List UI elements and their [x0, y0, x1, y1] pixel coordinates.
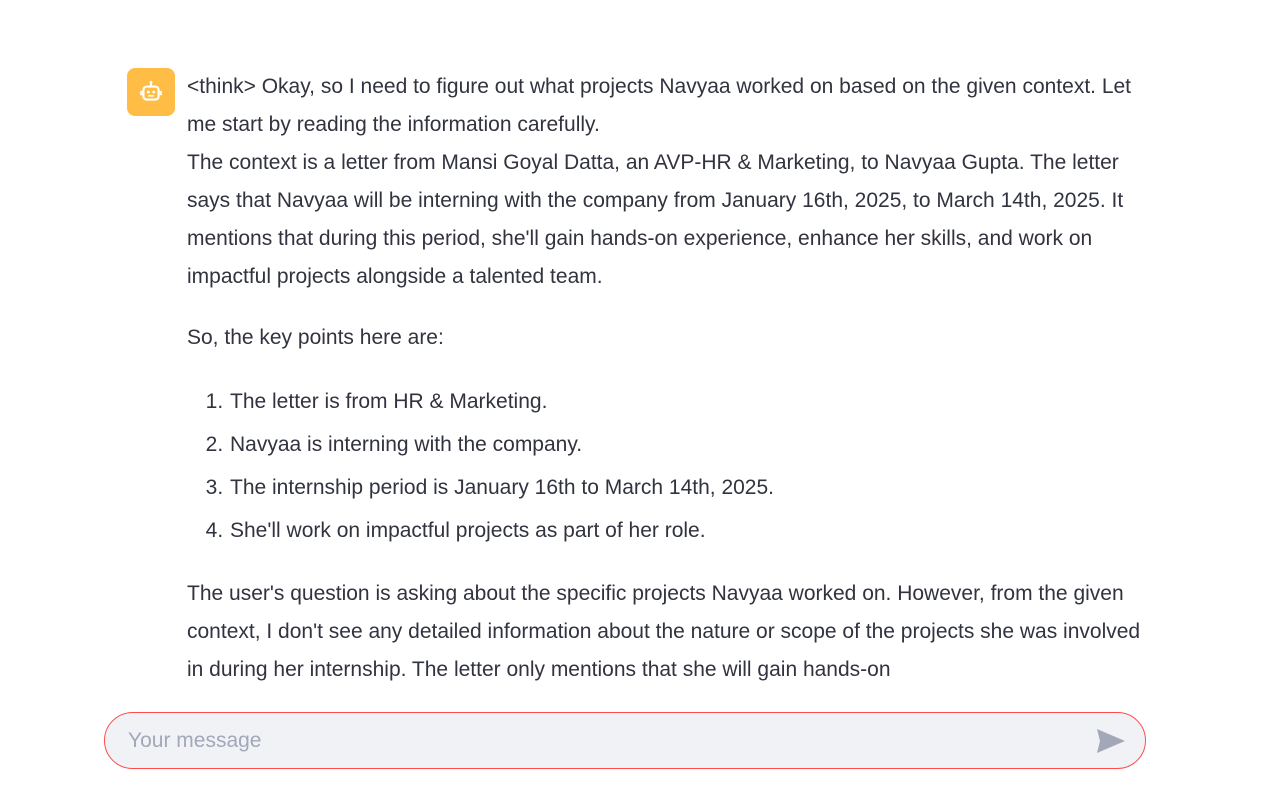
- assistant-message: <think> Okay, so I need to figure out wh…: [127, 68, 1157, 690]
- message-paragraph: The user's question is asking about the …: [187, 582, 1141, 681]
- send-button[interactable]: [1091, 721, 1131, 761]
- message-paragraph: <think> Okay, so I need to figure out wh…: [187, 75, 1132, 136]
- message-content: <think> Okay, so I need to figure out wh…: [187, 68, 1155, 690]
- chat-page: <think> Okay, so I need to figure out wh…: [0, 0, 1280, 812]
- assistant-avatar: [127, 68, 175, 116]
- chat-scroll-area[interactable]: <think> Okay, so I need to figure out wh…: [0, 0, 1280, 690]
- message-paragraph: So, the key points here are:: [187, 326, 444, 349]
- list-item: She'll work on impactful projects as par…: [229, 509, 1155, 552]
- message-paragraph: The context is a letter from Mansi Goyal…: [187, 151, 1124, 288]
- send-icon: [1097, 728, 1125, 753]
- robot-icon: [140, 80, 162, 101]
- chat-input-bar: [104, 712, 1146, 769]
- list-item: The internship period is January 16th to…: [229, 466, 1155, 509]
- key-points-list: The letter is from HR & Marketing. Navya…: [187, 380, 1155, 552]
- message-input[interactable]: [105, 712, 1091, 769]
- list-item: The letter is from HR & Marketing.: [229, 380, 1155, 423]
- list-item: Navyaa is interning with the company.: [229, 423, 1155, 466]
